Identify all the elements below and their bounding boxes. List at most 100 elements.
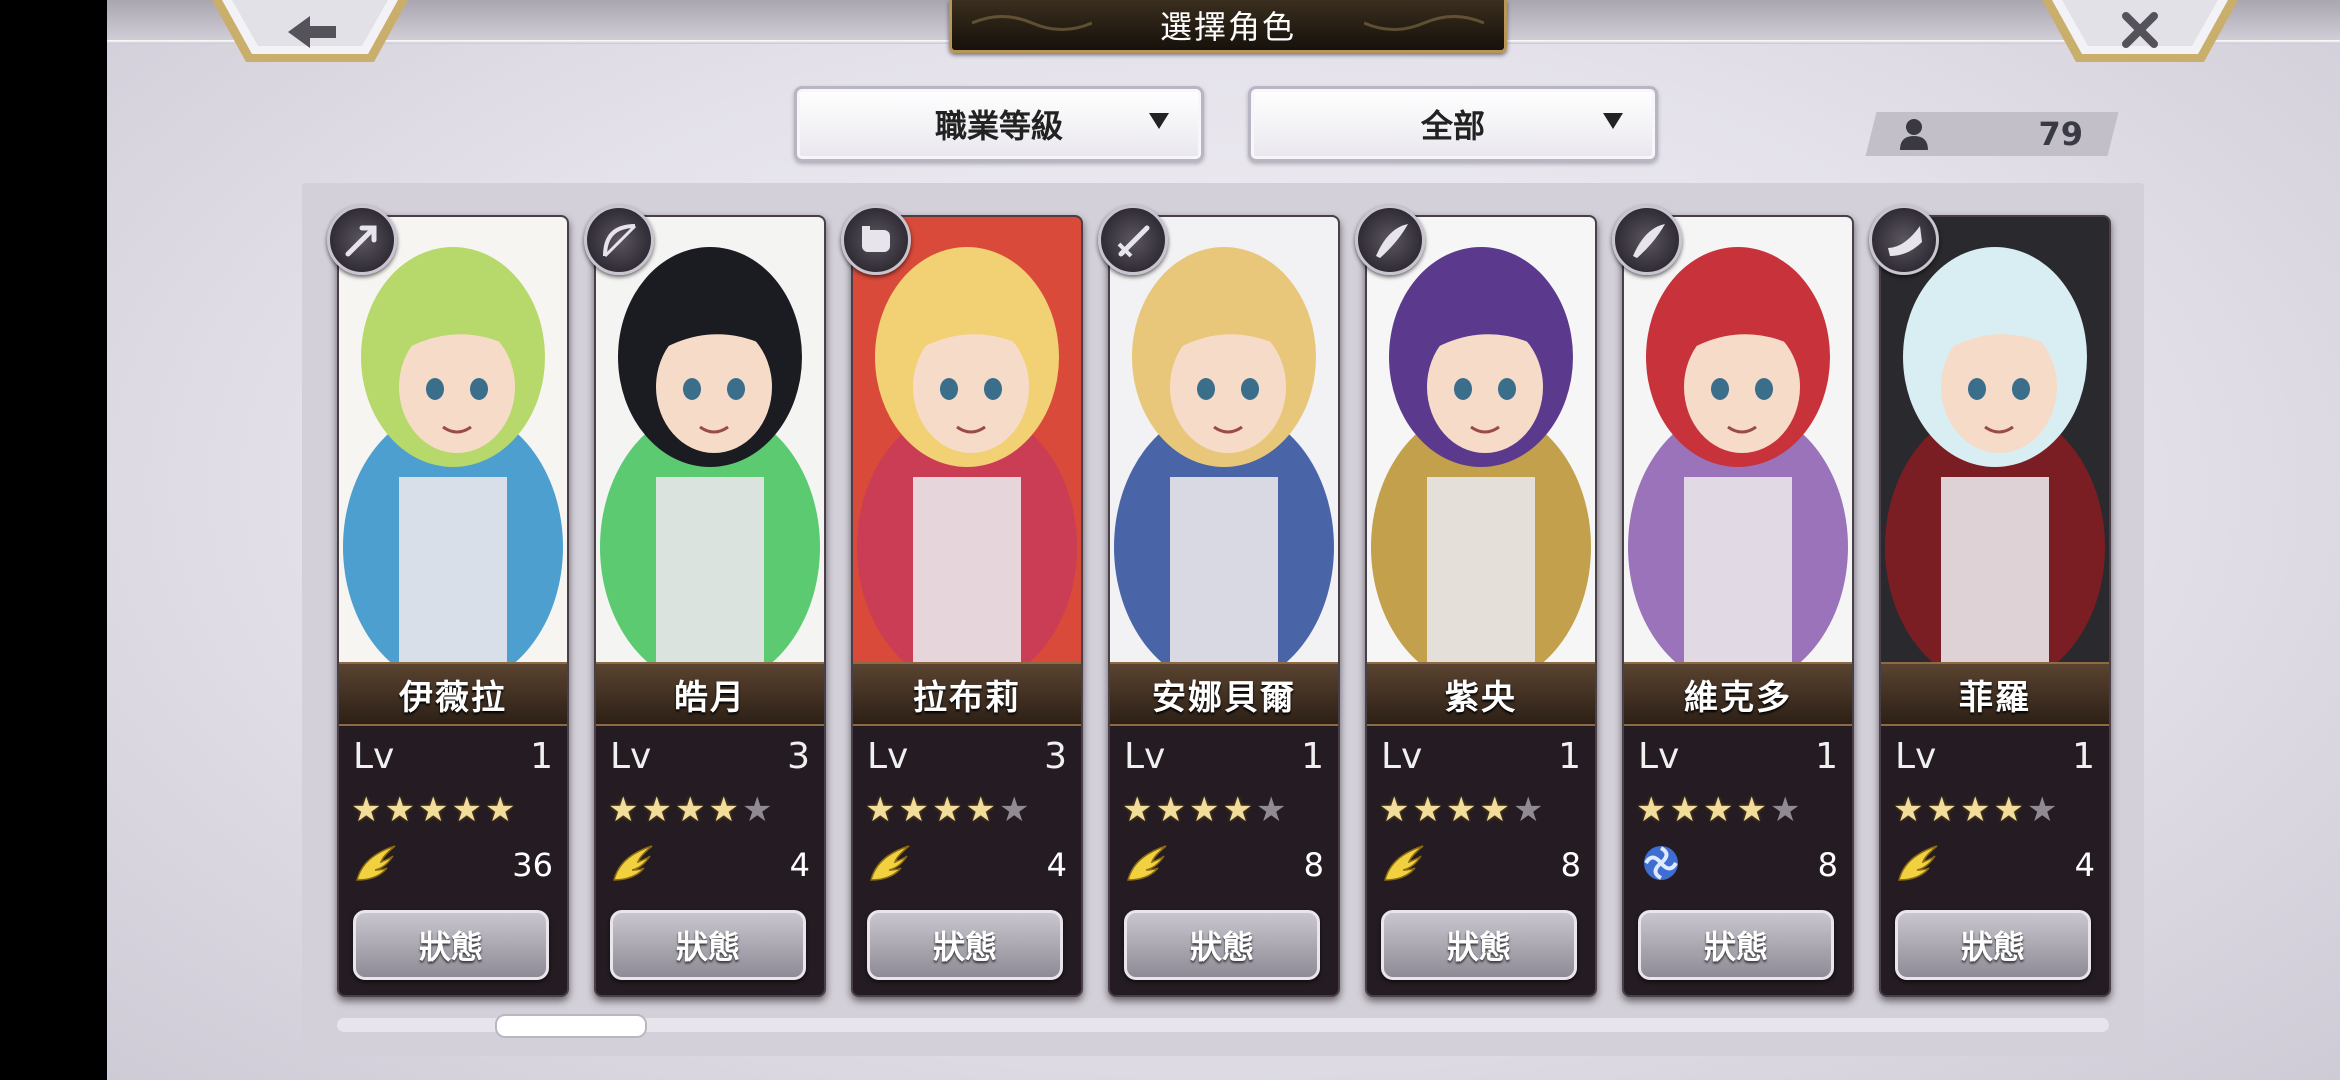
rarity-star-icon: ★: [1702, 790, 1734, 830]
status-button[interactable]: 狀態: [1895, 910, 2091, 980]
swirl-icon: [1644, 846, 1678, 880]
rarity-star-icon: ★: [1222, 790, 1253, 830]
character-portrait: [853, 217, 1081, 662]
character-name-band: 紫央: [1367, 662, 1595, 726]
character-card[interactable]: 紫央 Lv 1 ★ ★ ★ ★ ★ 8 狀態: [1365, 215, 1597, 997]
character-art-icon: [1624, 217, 1852, 662]
character-art-icon: [339, 217, 567, 662]
character-name-band: 皓月: [596, 662, 824, 726]
shard-count: 4: [1046, 846, 1067, 884]
status-button[interactable]: 狀態: [867, 910, 1063, 980]
level-value: 1: [1815, 736, 1838, 777]
character-name: 拉布莉: [913, 677, 1021, 718]
status-button[interactable]: 狀態: [1381, 910, 1577, 980]
job-class-badge: [841, 205, 911, 275]
blade-class-icon: [1633, 224, 1665, 258]
rarity-star-icon: ★: [1479, 790, 1510, 830]
character-portrait: [1367, 217, 1595, 662]
level-label: Lv: [1381, 736, 1423, 777]
rarity-star-icon: ★: [931, 790, 963, 830]
character-art-icon: [853, 217, 1081, 662]
level-value: 1: [530, 736, 553, 777]
rarity-star-icon: ★: [1993, 790, 2024, 830]
character-name: 伊薇拉: [399, 677, 507, 718]
character-portrait: [596, 217, 824, 662]
character-name-band: 安娜貝爾: [1110, 662, 1338, 726]
level-label: Lv: [1638, 736, 1680, 777]
character-card[interactable]: 伊薇拉 Lv 1 ★ ★ ★ ★ ★ 36 狀態: [337, 215, 569, 997]
shard-count: 8: [1817, 846, 1838, 884]
person-icon: [1900, 119, 1928, 150]
ornament-right-icon: [1364, 15, 1484, 31]
rarity-star-icon: ★: [1412, 790, 1443, 830]
gauntlet-class-icon: [862, 226, 890, 252]
character-portrait: [1110, 217, 1338, 662]
chevron-down-icon: [1149, 113, 1169, 129]
rarity-star-icon: ★: [384, 790, 415, 830]
wing-icon: [1127, 845, 1167, 881]
rarity-star-icon: ★: [1893, 790, 1924, 830]
rarity-star-icon: ★: [741, 790, 773, 830]
screen-title-plate: 選擇角色: [949, 0, 1507, 53]
character-info: Lv 3 ★ ★ ★ ★ ★ 4 狀態: [596, 724, 824, 995]
close-x-icon: [2042, 0, 2238, 62]
character-card[interactable]: 拉布莉 Lv 3 ★ ★ ★ ★ ★ 4 狀態: [851, 215, 1083, 997]
blade-class-icon: [1376, 224, 1408, 258]
back-arrow-icon: [212, 0, 408, 62]
back-button[interactable]: [210, 0, 410, 64]
rarity-star-icon: ★: [2026, 790, 2058, 830]
character-card[interactable]: 皓月 Lv 3 ★ ★ ★ ★ ★ 4 狀態: [594, 215, 826, 997]
rarity-star-icon: ★: [1926, 790, 1957, 830]
rarity-star-icon: ★: [708, 790, 739, 830]
character-portrait: [1624, 217, 1852, 662]
character-name-band: 維克多: [1624, 662, 1852, 726]
rarity-star-icon: ★: [484, 790, 516, 830]
roster-count: 79: [1877, 112, 2107, 156]
rarity-star-icon: ★: [641, 790, 672, 830]
character-card[interactable]: 菲羅 Lv 1 ★ ★ ★ ★ ★ 4 狀態: [1879, 215, 2111, 997]
level-value: 1: [1301, 736, 1324, 777]
shard-count: 8: [1560, 846, 1581, 884]
level-label: Lv: [1895, 736, 1937, 777]
rarity-star-icon: ★: [1736, 790, 1767, 830]
character-art-icon: [1110, 217, 1338, 662]
rarity-star-icon: ★: [1255, 790, 1287, 830]
status-button-label: 狀態: [418, 928, 483, 966]
rarity-star-icon: ★: [417, 790, 449, 830]
roster-count-value: 79: [2038, 115, 2083, 153]
rarity-star-icon: ★: [898, 790, 929, 830]
character-name: 維克多: [1684, 677, 1792, 718]
game-screen: 選擇角色 職業等級 全部 79 伊薇拉 Lv 1 ★ ★ ★ ★ ★ 36 狀態…: [107, 0, 2340, 1080]
character-name: 皓月: [674, 677, 746, 718]
character-art-icon: [1367, 217, 1595, 662]
wing-icon: [356, 845, 396, 881]
wing-icon: [1384, 845, 1424, 881]
close-button[interactable]: [2040, 0, 2240, 64]
job-class-badge: [1355, 205, 1425, 275]
sort-dropdown[interactable]: 職業等級: [794, 86, 1204, 162]
rarity-star-icon: ★: [965, 790, 996, 830]
rarity-star-icon: ★: [1445, 790, 1477, 830]
status-button[interactable]: 狀態: [1638, 910, 1834, 980]
status-button[interactable]: 狀態: [1124, 910, 1320, 980]
character-name: 安娜貝爾: [1152, 677, 1296, 718]
level-value: 3: [787, 736, 810, 777]
character-name-band: 伊薇拉: [339, 662, 567, 726]
rarity-stars: ★ ★ ★ ★ ★: [1379, 792, 1543, 828]
rarity-stars: ★ ★ ★ ★ ★: [1122, 792, 1286, 828]
status-button[interactable]: 狀態: [353, 910, 549, 980]
rarity-stars: ★ ★ ★ ★ ★: [1636, 792, 1800, 828]
job-class-badge: [584, 205, 654, 275]
wing-icon: [870, 845, 910, 881]
status-button-label: 狀態: [1960, 928, 2025, 966]
status-button[interactable]: 狀態: [610, 910, 806, 980]
arrow-class-icon: [345, 225, 377, 257]
filter-dropdown-label: 全部: [1420, 107, 1485, 145]
character-info: Lv 1 ★ ★ ★ ★ ★ 36 狀態: [339, 724, 567, 995]
filter-dropdown[interactable]: 全部: [1248, 86, 1658, 162]
character-card[interactable]: 維克多 Lv 1 ★ ★ ★ ★ ★ 8 狀態: [1622, 215, 1854, 997]
character-card[interactable]: 安娜貝爾 Lv 1 ★ ★ ★ ★ ★ 8 狀態: [1108, 215, 1340, 997]
scrollbar-thumb[interactable]: [495, 1014, 647, 1038]
job-class-badge: [1612, 205, 1682, 275]
rarity-star-icon: ★: [1769, 790, 1801, 830]
